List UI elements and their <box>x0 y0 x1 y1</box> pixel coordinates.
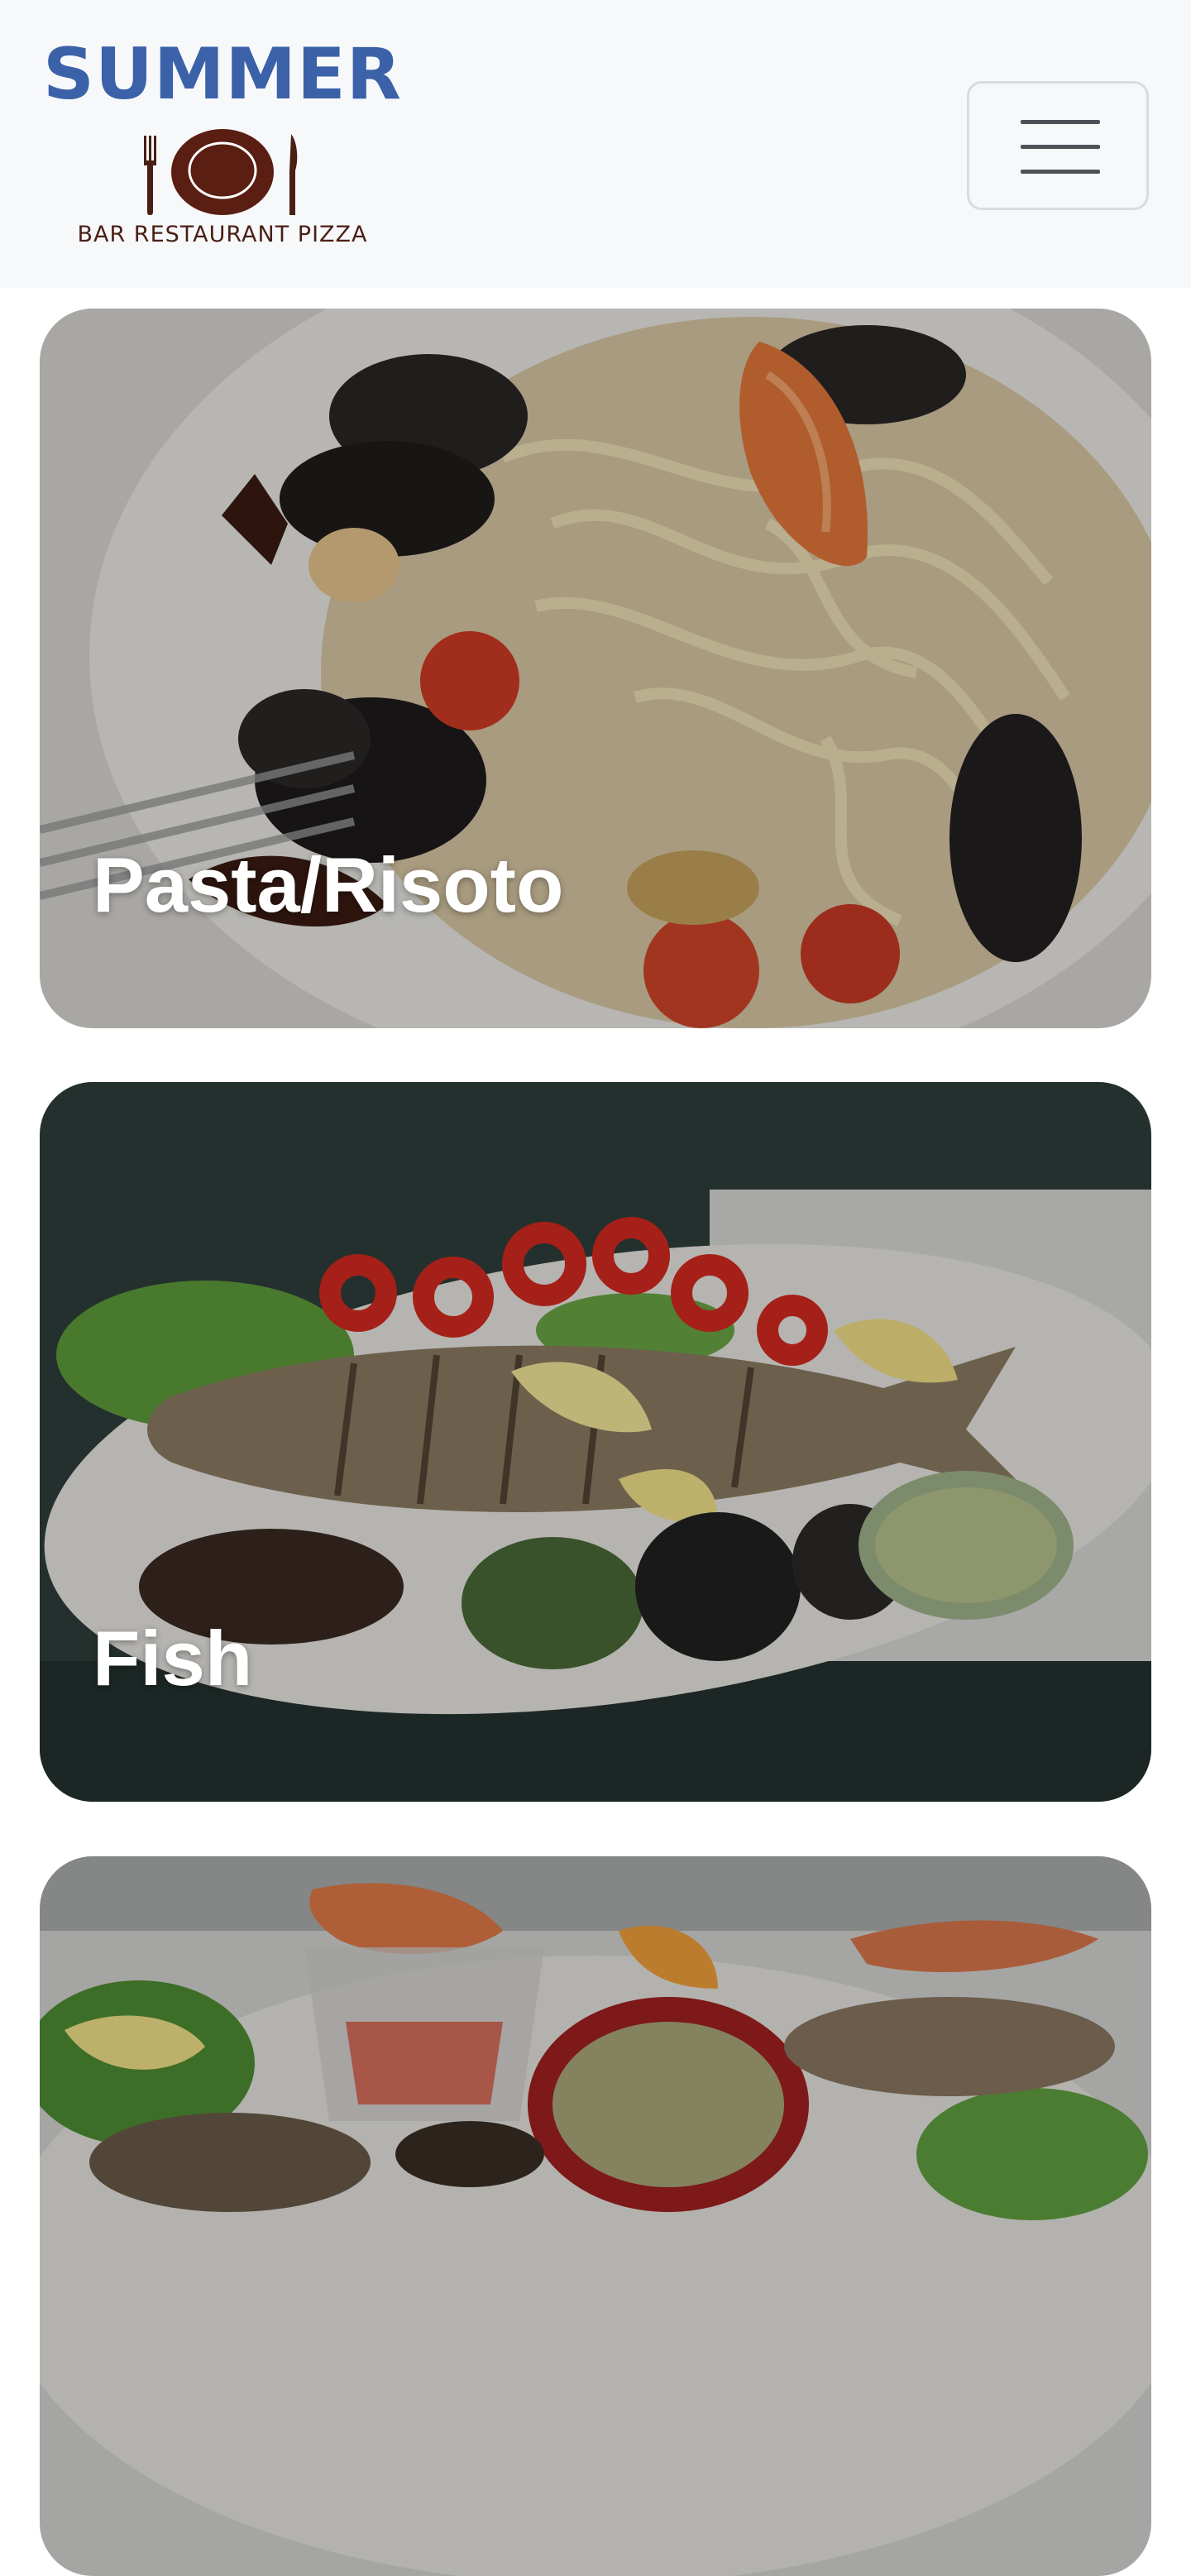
logo-subtitle: BAR RESTAURANT PIZZA <box>77 222 368 247</box>
category-title: Pasta/Risoto <box>93 841 564 928</box>
category-card-pasta[interactable]: Pasta/Risoto <box>40 309 1151 1028</box>
category-card-fish[interactable]: Fish <box>40 1082 1151 1802</box>
site-header: SUMMER BAR RESTAURANT PIZZA <box>0 0 1191 288</box>
menu-toggle-button[interactable] <box>967 81 1149 210</box>
logo-title: SUMMER <box>43 33 402 116</box>
restaurant-logo[interactable]: SUMMER BAR RESTAURANT PIZZA <box>36 33 409 256</box>
category-title: Fish <box>93 1615 253 1702</box>
category-card-seafood-platter[interactable] <box>40 1856 1151 2576</box>
